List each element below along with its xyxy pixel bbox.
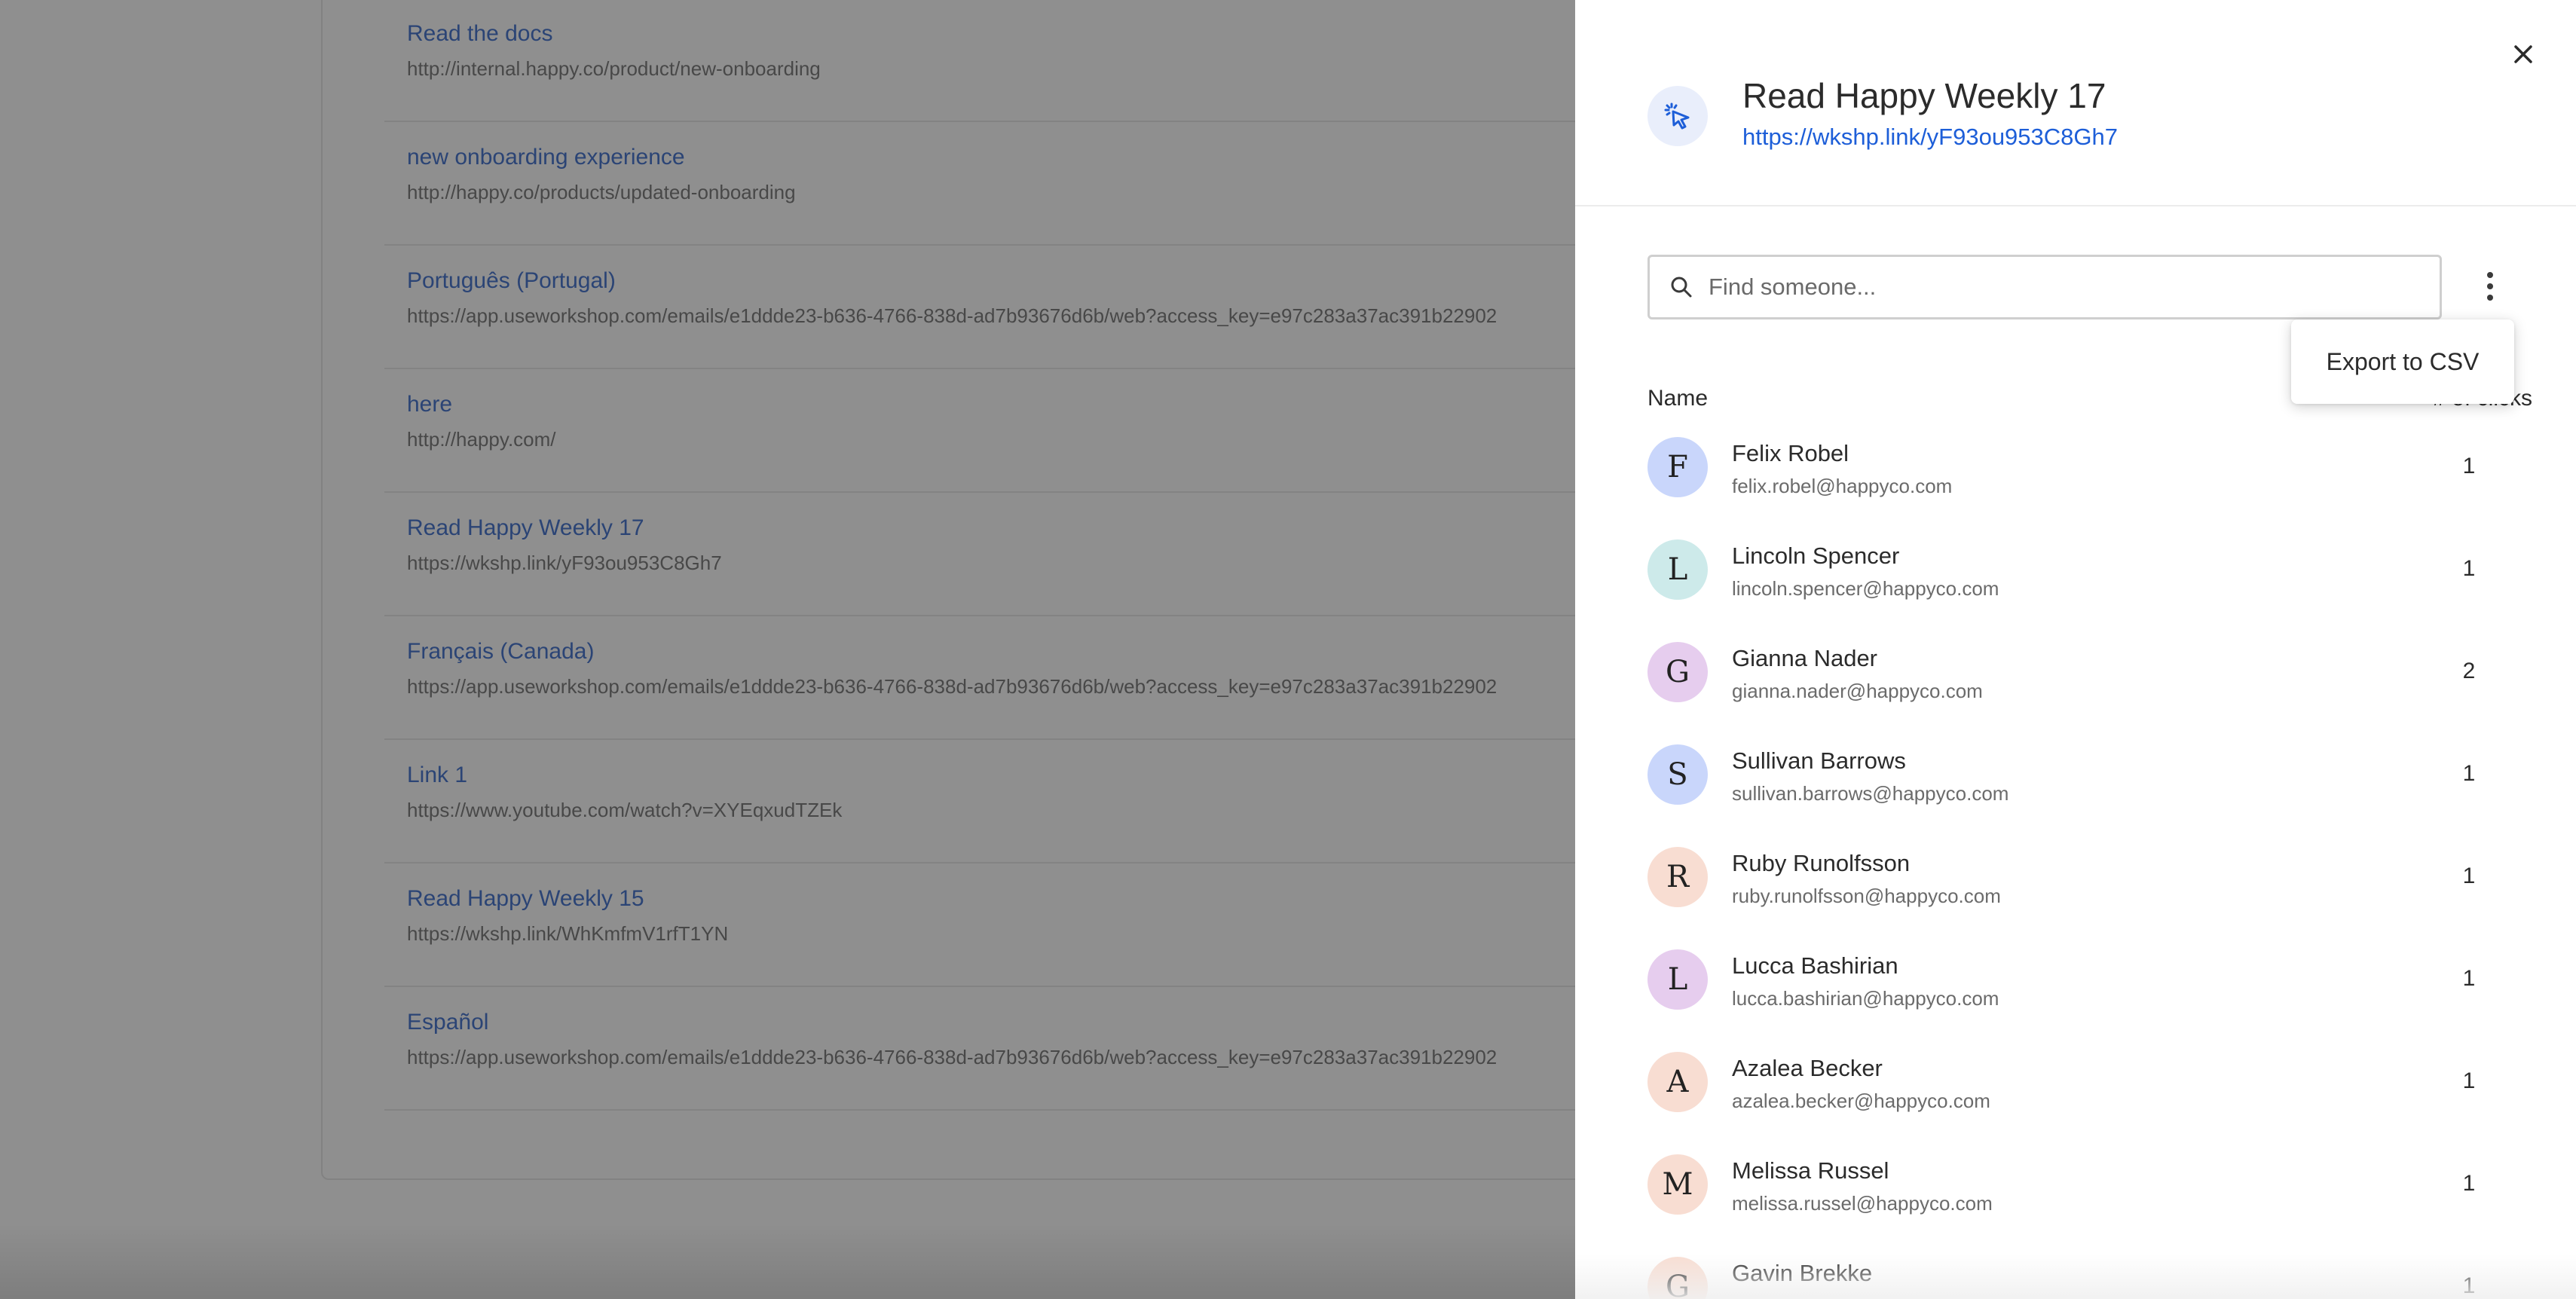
person-row[interactable]: A Azalea Becker azalea.becker@happyco.com 1 (1647, 1052, 2552, 1154)
avatar: L (1647, 539, 1708, 600)
person-click-count: 1 (2462, 863, 2476, 888)
avatar: F (1647, 437, 1708, 497)
person-email: felix.robel@happyco.com (1732, 475, 1953, 497)
person-email: ruby.runolfsson@happyco.com (1732, 885, 2001, 907)
person-row[interactable]: L Lincoln Spencer lincoln.spencer@happyco.… (1647, 539, 2552, 642)
drawer-link[interactable]: https://wkshp.link/yF93ou953C8Gh7 (1742, 124, 2118, 151)
drawer-title: Read Happy Weekly 17 (1742, 76, 2106, 115)
person-click-count: 1 (2462, 966, 2476, 991)
avatar: A (1647, 1052, 1708, 1112)
person-email: azalea.becker@happyco.com (1732, 1090, 1990, 1112)
close-button[interactable] (2502, 33, 2544, 75)
clicks-drawer: Read Happy Weekly 17 https://wkshp.link/… (1575, 0, 2576, 1299)
person-email: sullivan.barrows@happyco.com (1732, 782, 2009, 805)
column-header-name: Name (1647, 386, 1709, 411)
person-email: lincoln.spencer@happyco.com (1732, 577, 1999, 600)
person-row[interactable]: M Melissa Russel melissa.russel@happyco.co… (1647, 1154, 2552, 1257)
person-click-count: 1 (2462, 454, 2476, 478)
person-row[interactable]: F Felix Robel felix.robel@happyco.com 1 (1647, 437, 2552, 539)
person-name: Azalea Becker (1732, 1055, 1883, 1081)
search-input[interactable] (1709, 257, 2425, 317)
person-click-count: 1 (2462, 1068, 2476, 1093)
avatar: L (1647, 949, 1708, 1010)
person-name: Lucca Bashirian (1732, 952, 1898, 979)
person-row[interactable]: S Sullivan Barrows sullivan.barrows@happyc… (1647, 744, 2552, 847)
export-csv-menu-item[interactable]: Export to CSV (2327, 348, 2480, 376)
avatar: S (1647, 744, 1708, 805)
person-row[interactable]: L Lucca Bashirian lucca.bashirian@happyco.… (1647, 949, 2552, 1052)
search-field[interactable] (1647, 255, 2442, 319)
header-divider (1575, 205, 2576, 206)
person-email: melissa.russel@happyco.com (1732, 1192, 1993, 1215)
person-name: Sullivan Barrows (1732, 747, 1906, 774)
person-name: Ruby Runolfsson (1732, 850, 1911, 876)
avatar: G (1647, 642, 1708, 702)
avatar: M (1647, 1154, 1708, 1215)
more-options-button[interactable] (2475, 265, 2505, 307)
cursor-click-icon (1647, 86, 1708, 146)
person-name: Felix Robel (1732, 440, 1849, 466)
person-name: Melissa Russel (1732, 1157, 1889, 1184)
avatar: R (1647, 847, 1708, 907)
search-icon (1671, 277, 1692, 298)
person-email: gianna.nader@happyco.com (1732, 680, 1983, 702)
person-name: Gianna Nader (1732, 645, 1878, 671)
close-icon (2514, 45, 2532, 63)
person-click-count: 1 (2462, 1171, 2476, 1196)
person-click-count: 2 (2462, 659, 2476, 683)
vertical-dots-icon (2487, 272, 2493, 278)
person-row[interactable]: G Gianna Nader gianna.nader@happyco.com 2 (1647, 642, 2552, 744)
person-click-count: 1 (2462, 761, 2476, 786)
person-row[interactable]: R Ruby Runolfsson ruby.runolfsson@happyco.… (1647, 847, 2552, 949)
person-name: Lincoln Spencer (1732, 543, 1900, 569)
people-list: F Felix Robel felix.robel@happyco.com 1 L Lin… (1647, 437, 2552, 1299)
export-menu[interactable]: Export to CSV (2291, 319, 2514, 404)
person-email: lucca.bashirian@happyco.com (1732, 987, 1999, 1010)
person-click-count: 1 (2462, 556, 2476, 581)
